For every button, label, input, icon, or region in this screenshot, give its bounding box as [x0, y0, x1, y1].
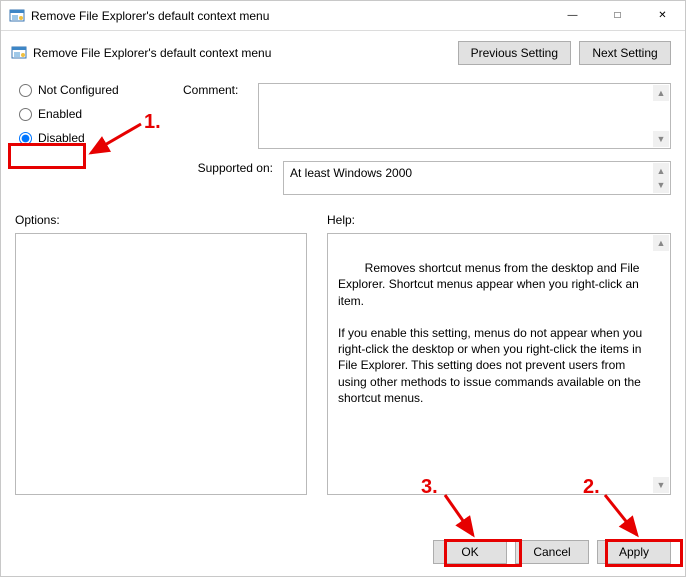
scroll-up-icon[interactable]: ▲	[653, 235, 669, 251]
scroll-down-icon[interactable]: ▼	[653, 131, 669, 147]
annotation-arrow-2	[601, 491, 661, 543]
options-column: Options:	[15, 213, 307, 495]
ok-button[interactable]: OK	[433, 540, 507, 564]
titlebar: Remove File Explorer's default context m…	[1, 1, 685, 31]
radio-group: Not Configured Enabled Disabled	[15, 83, 155, 155]
radio-not-configured-input[interactable]	[19, 84, 32, 97]
policy-title: Remove File Explorer's default context m…	[33, 46, 271, 60]
next-setting-button[interactable]: Next Setting	[579, 41, 671, 65]
radio-disabled[interactable]: Disabled	[19, 131, 155, 145]
cancel-button[interactable]: Cancel	[515, 540, 589, 564]
close-button[interactable]: ✕	[640, 1, 685, 30]
supported-box: At least Windows 2000 ▲ ▼	[283, 161, 671, 195]
comment-label: Comment:	[183, 83, 248, 155]
content: Not Configured Enabled Disabled Comment:…	[1, 71, 685, 495]
apply-button[interactable]: Apply	[597, 540, 671, 564]
header: Remove File Explorer's default context m…	[1, 31, 685, 71]
radio-disabled-label: Disabled	[38, 131, 85, 145]
app-icon	[9, 8, 25, 24]
annotation-arrow-3	[441, 491, 501, 543]
supported-value: At least Windows 2000	[290, 166, 412, 180]
policy-icon	[11, 45, 27, 61]
options-box	[15, 233, 307, 495]
radio-not-configured-label: Not Configured	[38, 83, 119, 97]
radio-enabled[interactable]: Enabled	[19, 107, 155, 121]
minimize-button[interactable]: —	[550, 1, 595, 30]
comment-textarea[interactable]: ▲ ▼	[258, 83, 671, 149]
scroll-down-icon[interactable]: ▼	[653, 177, 669, 193]
supported-label: Supported on:	[187, 161, 273, 195]
help-column: Help: Removes shortcut menus from the de…	[327, 213, 671, 495]
previous-setting-button[interactable]: Previous Setting	[458, 41, 571, 65]
help-label: Help:	[327, 213, 671, 227]
radio-not-configured[interactable]: Not Configured	[19, 83, 155, 97]
maximize-button[interactable]: □	[595, 1, 640, 30]
help-text: Removes shortcut menus from the desktop …	[338, 261, 646, 405]
radio-disabled-input[interactable]	[19, 132, 32, 145]
scroll-down-icon[interactable]: ▼	[653, 477, 669, 493]
radio-enabled-label: Enabled	[38, 107, 82, 121]
help-box: Removes shortcut menus from the desktop …	[327, 233, 671, 495]
header-left: Remove File Explorer's default context m…	[11, 41, 458, 61]
options-label: Options:	[15, 213, 307, 227]
scroll-up-icon[interactable]: ▲	[653, 85, 669, 101]
radio-enabled-input[interactable]	[19, 108, 32, 121]
dialog-buttons: OK Cancel Apply	[433, 540, 671, 564]
nav-buttons: Previous Setting Next Setting	[458, 41, 671, 65]
window-controls: — □ ✕	[550, 1, 685, 30]
window-title: Remove File Explorer's default context m…	[31, 9, 550, 23]
